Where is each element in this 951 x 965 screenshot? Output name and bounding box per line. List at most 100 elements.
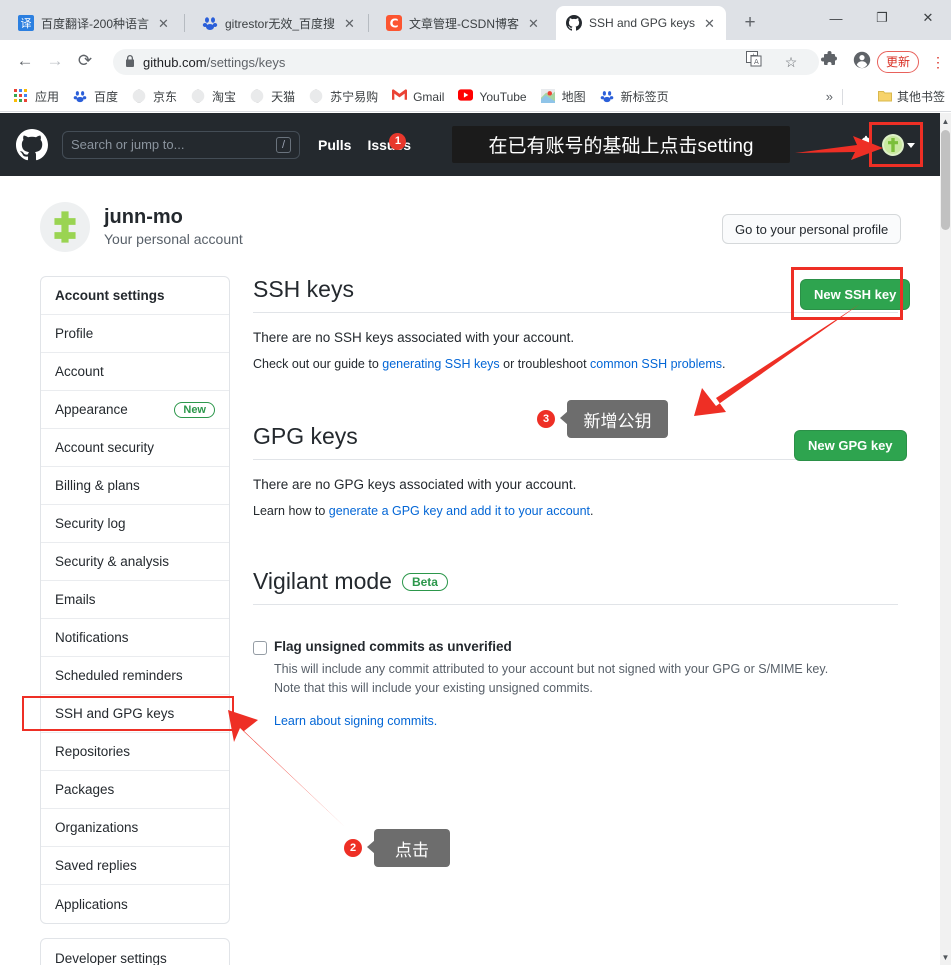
sidebar-item-label: Account bbox=[55, 364, 104, 379]
bookmark-baidu[interactable]: 百度 bbox=[67, 85, 124, 108]
user-avatar-menu[interactable] bbox=[882, 134, 915, 156]
annotation-setting-label: 在已有账号的基础上点击setting bbox=[452, 126, 790, 163]
annotation-3-number: 3 bbox=[537, 410, 555, 428]
maximize-button[interactable]: ❐ bbox=[859, 0, 905, 36]
learn-about-signing-commits-link[interactable]: Learn about signing commits. bbox=[274, 714, 437, 728]
vigilant-mode-title: Vigilant mode bbox=[253, 568, 392, 594]
bookmark-label: 地图 bbox=[561, 90, 586, 104]
scrollbar-thumb[interactable] bbox=[941, 130, 950, 230]
sidebar-item-emails[interactable]: Emails bbox=[41, 581, 229, 619]
ssh-help-prefix: Check out our guide to bbox=[253, 357, 383, 371]
nav-pulls[interactable]: Pulls bbox=[318, 137, 351, 153]
globe-icon bbox=[307, 89, 325, 105]
sidebar-item-notifications[interactable]: Notifications bbox=[41, 619, 229, 657]
maps-icon bbox=[540, 88, 557, 105]
bookmark-taobao[interactable]: 淘宝 bbox=[185, 85, 242, 108]
sidebar-item-label: Billing & plans bbox=[55, 478, 140, 493]
profile-icon[interactable] bbox=[851, 51, 873, 73]
sidebar-item-label: Organizations bbox=[55, 820, 139, 835]
bookmarks-overflow-button[interactable]: » bbox=[826, 89, 833, 104]
globe-icon bbox=[130, 89, 148, 105]
scroll-down-arrow[interactable]: ▼ bbox=[941, 953, 950, 962]
close-window-button[interactable]: ✕ bbox=[905, 0, 951, 36]
close-icon[interactable]: ✕ bbox=[342, 17, 355, 30]
bookmark-gmail[interactable]: Gmail bbox=[386, 86, 450, 108]
browser-tab-1[interactable]: 译 百度翻译-200种语言 ✕ bbox=[8, 6, 180, 40]
go-to-profile-button[interactable]: Go to your personal profile bbox=[722, 214, 902, 244]
window-controls: — ❐ ✕ bbox=[813, 0, 951, 40]
chrome-menu-icon[interactable]: ⋮ bbox=[930, 50, 946, 74]
sidebar-item-organizations[interactable]: Organizations bbox=[41, 809, 229, 847]
browser-tab-4-active[interactable]: SSH and GPG keys ✕ bbox=[556, 6, 726, 40]
minimize-button[interactable]: — bbox=[813, 0, 859, 36]
generate-gpg-key-link[interactable]: generate a GPG key and add it to your ac… bbox=[329, 504, 590, 518]
learn-signing-commits-link-wrap: Learn about signing commits. bbox=[274, 714, 437, 728]
sidebar-item-scheduled-reminders[interactable]: Scheduled reminders bbox=[41, 657, 229, 695]
close-icon[interactable]: ✕ bbox=[702, 17, 715, 30]
gpg-help-suffix: . bbox=[590, 504, 594, 518]
close-icon[interactable]: ✕ bbox=[156, 17, 169, 30]
sidebar-item-packages[interactable]: Packages bbox=[41, 771, 229, 809]
nav-issues-wrap: Issues 1 bbox=[367, 132, 411, 153]
screenshot-root: 译 百度翻译-200种语言 ✕ gitrestor无效_百度搜 ✕ C 文章管理… bbox=[0, 0, 951, 965]
bookmark-suning[interactable]: 苏宁易购 bbox=[303, 85, 384, 108]
svg-text:A: A bbox=[754, 58, 759, 66]
account-name: junn-mo bbox=[104, 205, 183, 228]
new-tab-button[interactable]: + bbox=[738, 12, 762, 36]
bookmark-maps[interactable]: 地图 bbox=[535, 85, 592, 108]
forward-icon[interactable]: → bbox=[40, 51, 70, 71]
sidebar-item-account-settings: Account settings bbox=[41, 277, 229, 315]
address-bar[interactable]: github.com/settings/keys bbox=[113, 49, 819, 75]
browser-tab-3[interactable]: C 文章管理-CSDN博客 ✕ bbox=[376, 6, 548, 40]
bookmark-youtube[interactable]: YouTube bbox=[452, 86, 532, 108]
reload-icon[interactable]: ⟳ bbox=[70, 51, 100, 71]
flag-unsigned-commits-checkbox[interactable] bbox=[253, 641, 267, 655]
other-bookmarks-button[interactable]: 其他书签 bbox=[877, 88, 945, 105]
sidebar-item-repositories[interactable]: Repositories bbox=[41, 733, 229, 771]
sidebar-item-label: Repositories bbox=[55, 744, 131, 759]
bookmark-label: YouTube bbox=[479, 89, 527, 104]
sidebar-item-account[interactable]: Account bbox=[41, 353, 229, 391]
sidebar-item-security-log[interactable]: Security log bbox=[41, 505, 229, 543]
sidebar-item-label: Security log bbox=[55, 516, 126, 531]
extensions-icon[interactable] bbox=[818, 51, 840, 73]
page-scrollbar[interactable] bbox=[940, 113, 951, 965]
update-button[interactable]: 更新 bbox=[877, 51, 920, 73]
generating-ssh-keys-link[interactable]: generating SSH keys bbox=[382, 357, 499, 371]
sidebar-item-account-security[interactable]: Account security bbox=[41, 429, 229, 467]
bookmarks-bar: 应用 百度 京东 淘宝 天猫 苏宁易购 Gmail YouTube 地图 新标签… bbox=[0, 82, 951, 112]
sidebar-item-saved-replies[interactable]: Saved replies bbox=[41, 847, 229, 885]
bookmark-label: 天猫 bbox=[271, 90, 296, 104]
star-icon[interactable]: ☆ bbox=[780, 51, 802, 73]
close-icon[interactable]: ✕ bbox=[526, 17, 539, 30]
github-mark-icon[interactable] bbox=[16, 128, 48, 161]
sidebar-item-security-analysis[interactable]: Security & analysis bbox=[41, 543, 229, 581]
sidebar-item-profile[interactable]: Profile bbox=[41, 315, 229, 353]
bookmark-apps[interactable]: 应用 bbox=[8, 85, 65, 108]
user-avatar-icon bbox=[882, 134, 904, 156]
scroll-up-arrow[interactable]: ▲ bbox=[941, 117, 950, 126]
bookmark-tmall[interactable]: 天猫 bbox=[244, 85, 301, 108]
new-gpg-key-button[interactable]: New GPG key bbox=[794, 430, 907, 461]
back-icon[interactable]: ← bbox=[10, 51, 40, 71]
sidebar-card: Account settings Profile Account Appeara… bbox=[40, 276, 230, 924]
sidebar-item-appearance[interactable]: Appearance New bbox=[41, 391, 229, 429]
sidebar-item-label: Developer settings bbox=[55, 950, 167, 965]
sidebar-item-billing-plans[interactable]: Billing & plans bbox=[41, 467, 229, 505]
sidebar-item-developer-settings[interactable]: Developer settings bbox=[41, 939, 229, 965]
common-ssh-problems-link[interactable]: common SSH problems bbox=[590, 357, 722, 371]
settings-sidebar: Account settings Profile Account Appeara… bbox=[40, 276, 230, 965]
gpg-empty-text: There are no GPG keys associated with yo… bbox=[253, 477, 577, 492]
baidu-icon bbox=[202, 15, 218, 31]
github-icon bbox=[566, 15, 582, 31]
annotation-3-label: 新增公钥 bbox=[567, 400, 668, 438]
vigilant-desc-line2: Note that this will include your existin… bbox=[274, 681, 593, 696]
identicon-avatar bbox=[40, 202, 90, 252]
translate-icon[interactable]: 文A bbox=[743, 51, 765, 73]
browser-tab-2[interactable]: gitrestor无效_百度搜 ✕ bbox=[192, 6, 364, 40]
vigilant-description: This will include any commit attributed … bbox=[274, 660, 828, 699]
bookmark-jd[interactable]: 京东 bbox=[126, 85, 183, 108]
search-input[interactable]: Search or jump to... / bbox=[62, 130, 300, 159]
sidebar-item-applications[interactable]: Applications bbox=[41, 885, 229, 923]
bookmark-newtab[interactable]: 新标签页 bbox=[594, 85, 675, 108]
